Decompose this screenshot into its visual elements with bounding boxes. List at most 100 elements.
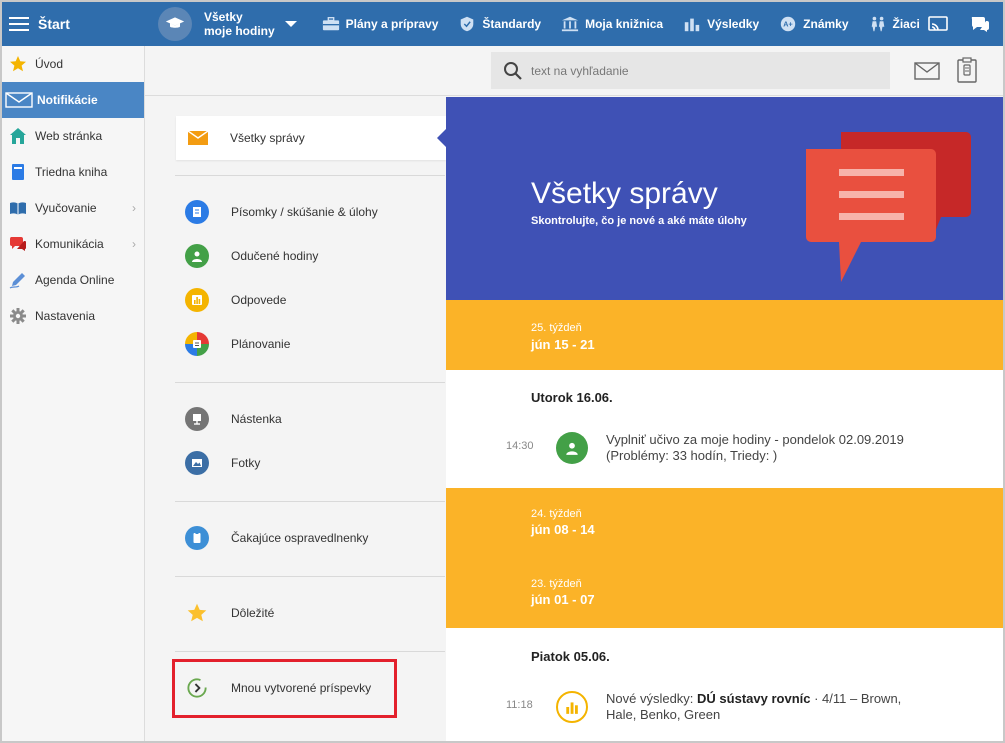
chevron-right-icon: › — [132, 201, 136, 215]
sidebar-item-agenda[interactable]: Agenda Online — [2, 262, 144, 298]
filter-label: Plánovanie — [231, 337, 291, 351]
nav-library-label: Moja knižnica — [585, 17, 664, 31]
filter-lessons[interactable]: Odučené hodiny — [185, 243, 318, 269]
notification-item[interactable]: 11:18 Nové výsledky: DÚ sústavy rovníc ·… — [446, 689, 1003, 739]
chat-bubbles-illustration-icon — [806, 132, 971, 282]
menu-icon[interactable] — [9, 17, 29, 31]
nav-library[interactable]: Moja knižnica — [560, 15, 663, 33]
sidebar: Úvod Notifikácie Web stránka Triedna kni… — [2, 46, 145, 741]
test-icon — [185, 200, 209, 224]
sidebar-item-notifikacie[interactable]: Notifikácie — [2, 82, 144, 118]
grades-icon: A+ — [778, 15, 798, 33]
sidebar-item-label: Nastavenia — [35, 309, 96, 323]
week-range: jún 15 - 21 — [531, 337, 595, 352]
week-label: 25. týždeň — [531, 322, 582, 334]
nav-standards[interactable]: Štandardy — [457, 15, 541, 33]
filter-label: Nástenka — [231, 412, 282, 426]
chevron-right-icon: › — [132, 237, 136, 251]
filter-planning[interactable]: Plánovanie — [185, 331, 290, 357]
book-icon — [9, 163, 27, 181]
sidebar-item-label: Vyučovanie — [35, 201, 97, 215]
sidebar-item-label: Notifikácie — [37, 93, 98, 107]
filter-photos[interactable]: Fotky — [185, 450, 260, 476]
sidebar-item-uvod[interactable]: Úvod — [2, 46, 144, 82]
envelope-icon — [5, 91, 33, 109]
divider — [175, 175, 445, 176]
graduation-cap-icon — [158, 7, 192, 41]
filter-tests[interactable]: Písomky / skúšanie & úlohy — [185, 199, 378, 225]
filter-board[interactable]: Nástenka — [185, 406, 282, 432]
board-icon — [185, 407, 209, 431]
star-icon — [9, 55, 27, 73]
nav-standards-label: Štandardy — [482, 17, 542, 31]
sidebar-item-triedna-kniha[interactable]: Triedna kniha — [2, 154, 144, 190]
nav-students[interactable]: Žiaci — [868, 15, 920, 33]
filter-label: Fotky — [231, 456, 261, 470]
notification-time: 14:30 — [506, 440, 534, 452]
sidebar-item-nastavenia[interactable]: Nastavenia — [2, 298, 144, 334]
divider — [175, 501, 445, 502]
day-header: Utorok 16.06. — [531, 390, 613, 405]
start-link[interactable]: Štart — [38, 16, 158, 32]
highlight-box — [172, 659, 397, 718]
divider — [175, 382, 445, 383]
notification-time: 11:18 — [506, 699, 533, 711]
sidebar-item-label: Triedna kniha — [35, 165, 108, 179]
photo-icon — [185, 451, 209, 475]
excuse-clipboard-icon — [185, 526, 209, 550]
sidebar-item-label: Úvod — [35, 57, 64, 71]
answers-chart-icon — [185, 288, 209, 312]
chat-bubbles-icon[interactable] — [970, 14, 990, 34]
home-icon — [9, 127, 27, 145]
sidebar-item-label: Web stránka — [35, 129, 103, 143]
filter-excuses[interactable]: Čakajúce ospravedlnenky — [185, 525, 368, 551]
filter-label: Čakajúce ospravedlnenky — [231, 531, 369, 545]
nav-grades-label: Známky — [803, 17, 849, 31]
filter-label: Dôležité — [231, 606, 275, 620]
clipboard-icon[interactable] — [956, 57, 978, 83]
sidebar-item-vyucovanie[interactable]: Vyučovanie › — [2, 190, 144, 226]
notification-item[interactable]: 14:30 Vyplniť učivo za moje hodiny - pon… — [446, 430, 1003, 470]
hero-banner: Všetky správy Skontrolujte, čo je nové a… — [446, 97, 1003, 300]
week-label: 24. týždeň — [531, 508, 582, 520]
bar-chart-icon — [682, 15, 702, 33]
class-selector-line1: Všetky — [204, 10, 243, 24]
mail-icon[interactable] — [914, 60, 940, 82]
envelope-icon — [188, 131, 208, 145]
filter-answers[interactable]: Odpovede — [185, 287, 286, 313]
notification-text: · 4/11 – Brown, — [810, 691, 902, 706]
page-title: Všetky správy — [531, 177, 718, 210]
teacher-icon — [185, 244, 209, 268]
main-nav: Plány a prípravy Štandardy Moja knižnica… — [321, 15, 939, 33]
app-frame: Štart Všetky moje hodiny Plány a príprav… — [0, 0, 1005, 743]
day-header: Piatok 05.06. — [531, 649, 610, 664]
nav-grades[interactable]: A+ Známky — [778, 15, 849, 33]
notification-text: Hale, Benko, Green — [606, 707, 721, 722]
filter-important[interactable]: Dôležité — [185, 600, 274, 626]
top-bar: Štart Všetky moje hodiny Plány a príprav… — [2, 2, 1003, 46]
class-selector[interactable]: Všetky moje hodiny — [158, 7, 297, 41]
cast-icon[interactable] — [928, 14, 948, 34]
notification-text: Nové výsledky: — [606, 691, 698, 706]
sub-header — [145, 46, 1003, 96]
filter-list: Všetky správy Písomky / skúšanie & úlohy… — [145, 97, 447, 741]
search-icon — [504, 61, 522, 80]
chevron-down-icon — [284, 21, 297, 27]
sidebar-item-komunikacia[interactable]: Komunikácia › — [2, 226, 144, 262]
week-range: jún 01 - 07 — [531, 592, 595, 607]
search-box[interactable] — [491, 52, 890, 89]
library-icon — [560, 15, 580, 33]
students-icon — [868, 15, 888, 33]
notification-subject: DÚ sústavy rovníc — [697, 691, 811, 706]
filter-label: Odučené hodiny — [231, 249, 319, 263]
briefcase-icon — [321, 15, 341, 33]
divider — [175, 576, 445, 577]
search-input[interactable] — [531, 63, 861, 78]
week-header: 24. týždeň jún 08 - 14 23. týždeň jún 01… — [446, 488, 1003, 628]
sidebar-item-web[interactable]: Web stránka — [2, 118, 144, 154]
filter-all-messages[interactable]: Všetky správy — [176, 116, 447, 160]
notification-text: (Problémy: 33 hodín, Triedy: ) — [606, 448, 778, 463]
filter-label: Všetky správy — [230, 131, 305, 145]
nav-results[interactable]: Výsledky — [682, 15, 759, 33]
nav-plans[interactable]: Plány a prípravy — [321, 15, 438, 33]
